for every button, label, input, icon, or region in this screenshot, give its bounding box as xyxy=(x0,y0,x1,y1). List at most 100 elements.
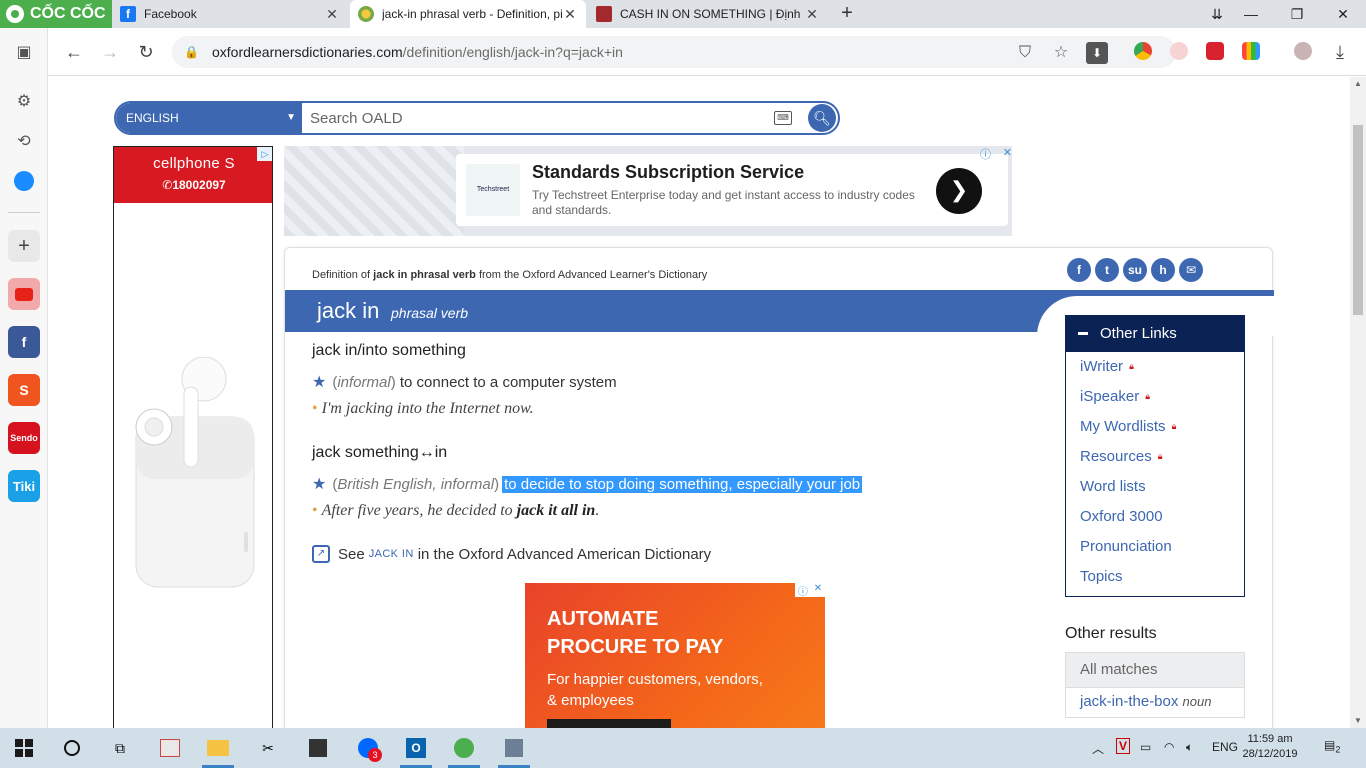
link-word-lists[interactable]: Word lists xyxy=(1080,478,1146,495)
downloads-icon[interactable]: ⤓ xyxy=(1328,40,1352,64)
top-ad-banner[interactable]: Techstreet Standards Subscription Servic… xyxy=(284,146,1012,236)
input-language[interactable]: ENG xyxy=(1212,740,1238,754)
star-icon[interactable]: ★ xyxy=(312,372,326,392)
link-my-wordlists[interactable]: My Wordlists 🔒︎ xyxy=(1080,418,1176,435)
sidebar-toggle-icon[interactable]: ▣ xyxy=(12,40,36,64)
volume-icon[interactable]: 🔈︎ xyxy=(1186,740,1193,755)
all-matches-tab[interactable]: All matches xyxy=(1065,652,1245,688)
colorful-extension-icon[interactable] xyxy=(1242,42,1260,60)
inline-ad[interactable]: AUTOMATE PROCURE TO PAY For happier cust… xyxy=(525,583,825,728)
shield-icon[interactable]: ⛉ xyxy=(1014,42,1036,64)
link-resources[interactable]: Resources 🔒︎ xyxy=(1080,448,1163,465)
lock-icon: 🔒 xyxy=(184,45,199,59)
new-tab-button[interactable]: + xyxy=(836,2,858,26)
vietkey-icon[interactable]: V xyxy=(1116,738,1131,754)
show-hidden-icons-icon[interactable]: ︿ xyxy=(1092,740,1104,757)
back-arrow-icon[interactable]: ← xyxy=(62,40,86,64)
windows-start-icon[interactable] xyxy=(12,736,36,760)
info-icon[interactable]: ⓘ xyxy=(980,146,991,161)
snipping-tool-icon[interactable]: ✂ xyxy=(256,736,280,760)
see-link[interactable]: JACK IN xyxy=(369,548,414,560)
close-icon[interactable]: ✕ xyxy=(1003,146,1012,160)
scrollbar-thumb[interactable] xyxy=(1353,125,1363,315)
link-topics[interactable]: Topics xyxy=(1080,568,1123,585)
minimize-button[interactable]: — xyxy=(1228,0,1274,28)
link-pronunciation[interactable]: Pronunciation xyxy=(1080,538,1172,555)
keyboard-icon[interactable]: ⌨ xyxy=(774,111,792,125)
close-icon[interactable]: ✕ xyxy=(562,6,578,23)
download-page-icon[interactable]: ⬇ xyxy=(1086,42,1108,64)
twitter-share-icon[interactable]: t xyxy=(1095,258,1119,282)
example-text: I'm jacking into the Internet now. xyxy=(321,400,534,417)
example-end: . xyxy=(595,502,600,519)
scroll-up-icon[interactable]: ▲ xyxy=(1350,77,1366,91)
search-circle-icon[interactable] xyxy=(60,736,84,760)
share-buttons: f t su h ✉ xyxy=(1067,258,1203,282)
forward-arrow-icon[interactable]: → xyxy=(98,40,122,64)
ad-choices[interactable]: ⓘ ✕ xyxy=(980,146,1012,161)
tiki-icon[interactable]: Tiki xyxy=(8,470,40,502)
facebook-share-icon[interactable]: f xyxy=(1067,258,1091,282)
definition-text: to connect to a computer system xyxy=(399,373,617,391)
link-iwriter[interactable]: iWriter 🔒︎ xyxy=(1080,358,1134,375)
coccoc-taskbar-icon[interactable] xyxy=(452,736,476,760)
history-icon[interactable]: ⟲ xyxy=(12,129,36,153)
reload-icon[interactable]: ↻ xyxy=(134,40,158,64)
result-item[interactable]: jack-in-the-box noun xyxy=(1065,688,1245,718)
ad-choices-icon[interactable]: ▷ xyxy=(257,147,272,161)
defof-word: jack in phrasal verb xyxy=(373,269,476,281)
close-icon[interactable]: ✕ xyxy=(814,583,822,597)
zalo-icon[interactable]: 3 xyxy=(356,736,382,762)
bookmark-star-icon[interactable]: ☆ xyxy=(1050,42,1072,64)
profile-avatar[interactable] xyxy=(1294,42,1312,60)
battery-icon[interactable]: ▭ xyxy=(1140,740,1151,754)
lock-icon: 🔒︎ xyxy=(1145,391,1150,401)
link-oxford-3000[interactable]: Oxford 3000 xyxy=(1080,508,1163,525)
stumbleupon-share-icon[interactable]: su xyxy=(1123,258,1147,282)
add-app-button[interactable]: + xyxy=(8,230,40,262)
chrome-ext-icon[interactable] xyxy=(1134,42,1152,60)
search-button[interactable]: 🔍︎ xyxy=(808,104,836,132)
page-scrollbar[interactable]: ▲ ▼ xyxy=(1350,77,1366,728)
email-share-icon[interactable]: ✉ xyxy=(1179,258,1203,282)
search-input[interactable] xyxy=(310,107,770,129)
utility-app-icon[interactable] xyxy=(502,736,526,760)
task-view-icon[interactable]: ⧉ xyxy=(108,736,132,760)
close-icon[interactable]: ✕ xyxy=(804,6,820,23)
notifications-icon[interactable]: ▤2 xyxy=(1324,738,1340,754)
outlook-icon[interactable]: O xyxy=(404,736,428,760)
chevron-right-icon[interactable]: ❯ xyxy=(936,168,982,214)
coccoc-menu-button[interactable]: CỐC CỐC xyxy=(0,0,112,28)
close-window-button[interactable]: ✕ xyxy=(1320,0,1366,28)
file-explorer-icon[interactable] xyxy=(206,736,230,760)
facebook-app-icon[interactable]: f xyxy=(8,326,40,358)
tab-facebook[interactable]: f Facebook ✕ xyxy=(112,0,348,28)
scroll-down-icon[interactable]: ▼ xyxy=(1350,714,1366,728)
address-bar[interactable]: 🔒 oxfordlearnersdictionaries.com/definit… xyxy=(172,36,1176,68)
system-clock[interactable]: 11:59 am 28/12/2019 xyxy=(1238,732,1302,762)
close-icon[interactable]: ✕ xyxy=(324,6,340,23)
shopee-icon[interactable]: S xyxy=(8,374,40,406)
other-links-header[interactable]: Other Links xyxy=(1066,316,1244,352)
pinterest-share-icon[interactable]: h xyxy=(1151,258,1175,282)
link-ispeaker[interactable]: iSpeaker 🔒︎ xyxy=(1080,388,1150,405)
star-icon[interactable]: ★ xyxy=(312,474,326,494)
see-also-link[interactable]: ↗ See JACK IN in the Oxford Advanced Ame… xyxy=(312,545,711,563)
settings-gear-icon[interactable]: ⚙ xyxy=(12,89,36,113)
sticky-notes-icon[interactable] xyxy=(306,736,330,760)
sendo-icon[interactable]: Sendo xyxy=(8,422,40,454)
ad-choices[interactable]: ⓘ ✕ xyxy=(795,583,825,598)
youtube-icon[interactable] xyxy=(8,278,40,310)
app-store-icon[interactable] xyxy=(158,736,182,760)
info-icon[interactable]: ⓘ xyxy=(798,583,808,598)
language-select[interactable]: ENGLISH ▼ xyxy=(116,103,302,133)
tab-cambridge[interactable]: CASH IN ON SOMETHING | Định n ✕ xyxy=(588,0,828,28)
left-ad-banner[interactable]: cellphone S ✆18002097 ▷ xyxy=(113,146,273,728)
earbuds-product-image xyxy=(135,357,255,588)
messenger-icon[interactable] xyxy=(12,169,36,193)
red-extension-icon[interactable] xyxy=(1206,42,1224,60)
adblock-shield-icon[interactable] xyxy=(1170,42,1188,60)
wifi-icon[interactable]: ◠ xyxy=(1164,740,1174,754)
maximize-button[interactable]: ❐ xyxy=(1274,0,1320,28)
tab-oxford[interactable]: jack-in phrasal verb - Definition, pi ✕ xyxy=(350,0,586,28)
